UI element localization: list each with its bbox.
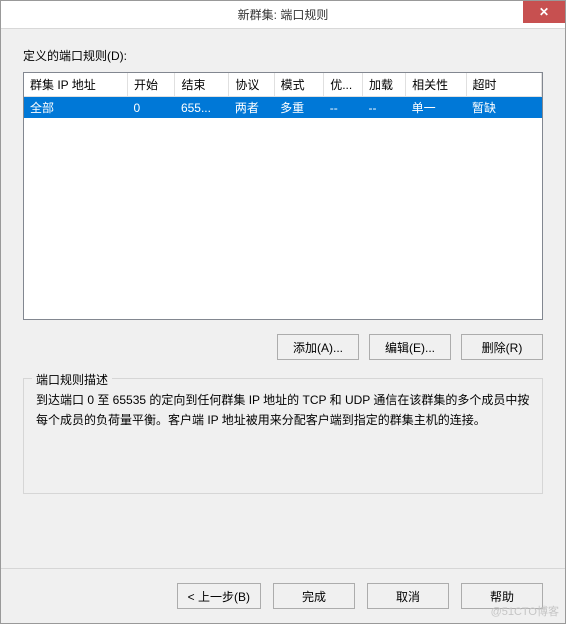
column-header[interactable]: 加载 (363, 73, 406, 97)
description-groupbox: 端口规则描述 到达端口 0 至 65535 的定向到任何群集 IP 地址的 TC… (23, 378, 543, 494)
close-icon: ✕ (539, 5, 549, 19)
column-header[interactable]: 结束 (175, 73, 229, 97)
window-title: 新群集: 端口规则 (1, 6, 565, 23)
finish-button[interactable]: 完成 (273, 583, 355, 609)
help-button[interactable]: 帮助 (461, 583, 543, 609)
close-button[interactable]: ✕ (523, 1, 565, 23)
table-header-row: 群集 IP 地址开始结束协议模式优...加载相关性超时 (24, 73, 542, 97)
port-rules-label: 定义的端口规则(D): (23, 47, 543, 64)
table-cell: 0 (128, 97, 175, 119)
port-rules-table[interactable]: 群集 IP 地址开始结束协议模式优...加载相关性超时 全部0655...两者多… (24, 73, 542, 118)
table-buttons-row: 添加(A)... 编辑(E)... 删除(R) (23, 334, 543, 360)
cancel-button[interactable]: 取消 (367, 583, 449, 609)
table-cell: 多重 (274, 97, 324, 119)
footer-buttons: < 上一步(B) 完成 取消 帮助 (1, 568, 565, 623)
description-title: 端口规则描述 (32, 371, 112, 388)
column-header[interactable]: 超时 (466, 73, 541, 97)
remove-button[interactable]: 删除(R) (461, 334, 543, 360)
edit-button[interactable]: 编辑(E)... (369, 334, 451, 360)
table-cell: 全部 (24, 97, 128, 119)
dialog-window: 新群集: 端口规则 ✕ 定义的端口规则(D): 群集 IP 地址开始结束协议模式… (0, 0, 566, 624)
column-header[interactable]: 群集 IP 地址 (24, 73, 128, 97)
content-area: 定义的端口规则(D): 群集 IP 地址开始结束协议模式优...加载相关性超时 … (1, 29, 565, 568)
add-button[interactable]: 添加(A)... (277, 334, 359, 360)
back-button[interactable]: < 上一步(B) (177, 583, 261, 609)
titlebar: 新群集: 端口规则 ✕ (1, 1, 565, 29)
table-cell: 两者 (229, 97, 274, 119)
table-cell: -- (324, 97, 363, 119)
table-cell: 单一 (406, 97, 466, 119)
table-row[interactable]: 全部0655...两者多重----单一暂缺 (24, 97, 542, 119)
column-header[interactable]: 协议 (229, 73, 274, 97)
column-header[interactable]: 模式 (274, 73, 324, 97)
table-cell: -- (363, 97, 406, 119)
column-header[interactable]: 开始 (128, 73, 175, 97)
table-cell: 655... (175, 97, 229, 119)
port-rules-table-container: 群集 IP 地址开始结束协议模式优...加载相关性超时 全部0655...两者多… (23, 72, 543, 320)
column-header[interactable]: 优... (324, 73, 363, 97)
description-text: 到达端口 0 至 65535 的定向到任何群集 IP 地址的 TCP 和 UDP… (36, 391, 530, 431)
table-cell: 暂缺 (466, 97, 541, 119)
column-header[interactable]: 相关性 (406, 73, 466, 97)
